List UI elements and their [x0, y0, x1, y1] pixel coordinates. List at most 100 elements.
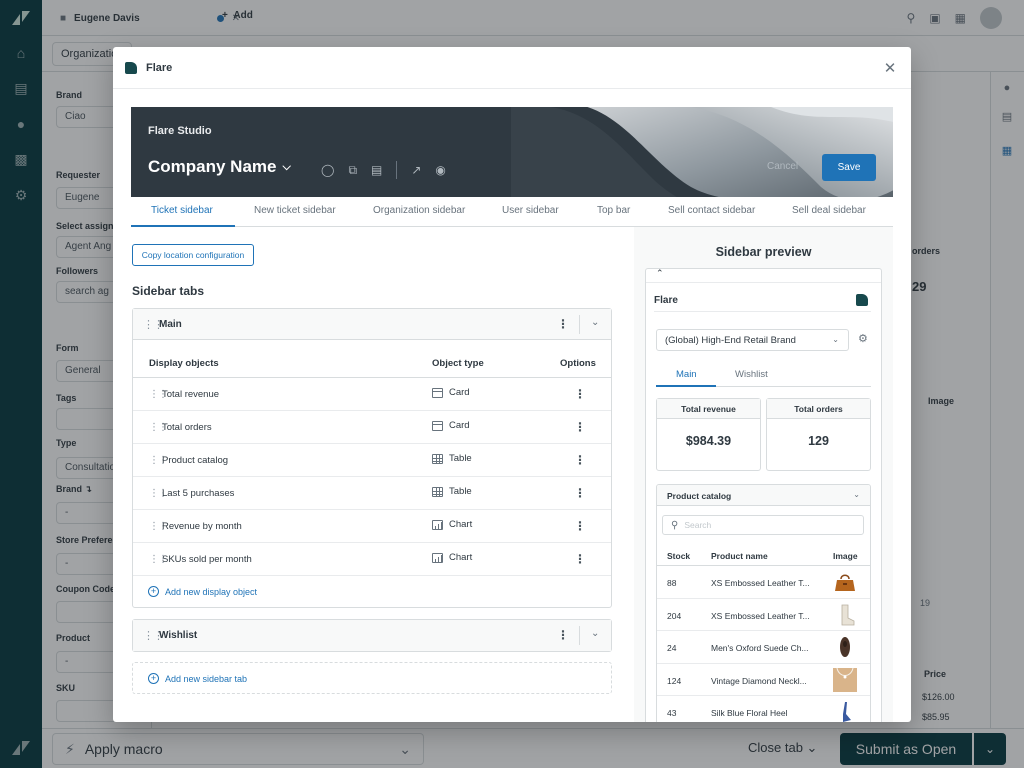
drag-handle-icon[interactable]: ⋮⋮ [143, 629, 164, 642]
table-row[interactable]: 24 Men's Oxford Suede Ch... [657, 631, 870, 664]
table-row[interactable]: 204 XS Embossed Leather T... [657, 599, 870, 631]
object-type-label: Card [449, 387, 470, 398]
tab-new-ticket-sidebar[interactable]: New ticket sidebar [254, 205, 336, 216]
external-link-icon[interactable]: ↗ [411, 163, 421, 177]
metric-value: 129 [808, 434, 829, 448]
catalog-search: ⚲ [662, 515, 864, 535]
more-options-icon[interactable]: ⋮ [574, 420, 586, 434]
chart-icon [432, 552, 443, 563]
more-options-icon[interactable]: ⋮ [574, 552, 586, 566]
save-button[interactable]: Save [822, 154, 876, 181]
tab-user-sidebar[interactable]: User sidebar [502, 205, 559, 216]
studio-label: Flare Studio [148, 125, 212, 137]
more-options-icon[interactable]: ⋮ [574, 387, 586, 401]
drag-handle-icon[interactable]: ⋮⋮ [149, 488, 168, 499]
table-icon [432, 453, 443, 464]
metric-value: $984.39 [685, 434, 732, 448]
sidebar-tab-wishlist-header[interactable]: ⋮⋮ Wishlist ⋮ ⌄ [133, 620, 611, 651]
sidebar-tab-name: Wishlist [159, 630, 198, 641]
stock-value: 204 [667, 610, 682, 621]
preview-tab-main[interactable]: Main [676, 369, 697, 380]
table-row[interactable]: ⋮⋮ Product catalog Table ⋮ [133, 444, 611, 477]
sidebar-preview-title: Sidebar preview [715, 245, 812, 259]
catalog-search-input[interactable] [684, 520, 845, 530]
header-divider [579, 626, 580, 645]
palette-icon[interactable]: ◉ [435, 163, 445, 177]
table-row[interactable]: ⋮⋮ Revenue by month Chart ⋮ [133, 510, 611, 543]
table-row[interactable]: ⋮⋮ Total orders Card ⋮ [133, 411, 611, 444]
add-sidebar-tab-button[interactable]: + Add new sidebar tab [148, 673, 247, 684]
sidebar-tab-wishlist: ⋮⋮ Wishlist ⋮ ⌄ [132, 619, 612, 652]
object-type-label: Chart [449, 552, 473, 563]
add-sidebar-tab-area: + Add new sidebar tab [132, 662, 612, 694]
banner-swirl-graphic [511, 107, 893, 197]
card-icon [432, 420, 443, 431]
product-name: Men's Oxford Suede Ch... [711, 643, 809, 653]
tab-sell-deal-sidebar[interactable]: Sell deal sidebar [792, 205, 866, 216]
copy-location-configuration-button[interactable]: Copy location configuration [132, 244, 254, 266]
object-type: Table [432, 453, 472, 464]
display-object-name: Total revenue [162, 389, 220, 400]
chevron-down-icon[interactable]: ⌄ [591, 628, 599, 639]
table-row[interactable]: ⋮⋮ Last 5 purchases Table ⋮ [133, 477, 611, 510]
tab-sell-contact-sidebar[interactable]: Sell contact sidebar [668, 205, 755, 216]
tab-ticket-sidebar[interactable]: Ticket sidebar [151, 205, 213, 216]
toolbar-divider [396, 161, 398, 179]
drag-handle-icon[interactable]: ⋮⋮ [149, 422, 168, 433]
table-row[interactable]: 124 Vintage Diamond Neckl... [657, 664, 870, 696]
duplicate-icon[interactable]: ⧉ [348, 163, 357, 178]
product-name: XS Embossed Leather T... [711, 610, 810, 621]
table-row[interactable]: ⋮⋮ Total revenue Card ⋮ [133, 378, 611, 411]
modal-header: Flare ✕ [113, 47, 911, 89]
brand-select[interactable]: (Global) High-End Retail Brand ⌄ [656, 329, 849, 351]
product-catalog-header[interactable]: Product catalog ⌄ [657, 485, 870, 506]
object-type-label: Chart [449, 519, 473, 530]
drag-handle-icon[interactable]: ⋮⋮ [149, 521, 168, 532]
flare-logo-icon [856, 294, 868, 306]
location-tabs: Ticket sidebar New ticket sidebar Organi… [131, 197, 893, 227]
tab-organization-sidebar[interactable]: Organization sidebar [373, 205, 465, 216]
table-row[interactable]: ⋮⋮ SKUs sold per month Chart ⋮ [133, 543, 611, 576]
necklace-image [833, 667, 857, 692]
object-type: Table [432, 486, 472, 497]
tab-top-bar[interactable]: Top bar [597, 205, 630, 216]
drag-handle-icon[interactable]: ⋮⋮ [149, 455, 168, 466]
chevron-down-icon: ⌵ [282, 160, 291, 173]
product-catalog-card: Product catalog ⌄ ⚲ Stock Product name I… [656, 484, 871, 722]
more-options-icon[interactable]: ⋮ [574, 453, 586, 467]
add-display-object-button[interactable]: + Add new display object [148, 586, 257, 597]
chevron-down-icon[interactable]: ⌄ [591, 317, 599, 328]
company-selector[interactable]: Company Name ⌵ [148, 157, 291, 177]
search-icon: ⚲ [671, 519, 679, 531]
active-tab-indicator [656, 385, 716, 387]
heel-image [843, 702, 851, 722]
more-options-icon[interactable]: ⋮ [574, 486, 586, 500]
sidebar-tab-main-header[interactable]: ⋮⋮ Main ⋮ ⌄ [133, 309, 611, 340]
drag-handle-icon[interactable]: ⋮⋮ [143, 318, 164, 331]
more-options-icon[interactable]: ⋮ [574, 519, 586, 533]
handbag-image [835, 574, 855, 591]
more-options-icon[interactable]: ⋮ [557, 317, 569, 331]
metric-label: Total revenue [657, 399, 760, 419]
preview-tab-wishlist[interactable]: Wishlist [735, 369, 768, 380]
display-object-name: SKUs sold per month [162, 554, 252, 565]
table-row[interactable]: 88 XS Embossed Leather T... [657, 566, 870, 599]
product-catalog-title: Product catalog [667, 491, 732, 501]
plus-circle-icon: + [148, 586, 159, 597]
col-image: Image [833, 551, 858, 561]
table-row[interactable]: 43 Silk Blue Floral Heel [657, 696, 870, 722]
catalog-rows: 88 XS Embossed Leather T... 204 XS Embos… [657, 566, 870, 722]
drag-handle-icon[interactable]: ⋮⋮ [149, 389, 168, 400]
boot-image [841, 604, 855, 625]
display-object-name: Revenue by month [162, 521, 242, 532]
trash-icon[interactable]: ▤ [371, 163, 382, 177]
chevron-down-icon: ⌄ [853, 490, 860, 499]
object-type: Card [432, 420, 470, 431]
more-options-icon[interactable]: ⋮ [557, 628, 569, 642]
globe-icon[interactable]: ◯ [321, 163, 334, 177]
collapse-app-toggle[interactable]: ⌃ [646, 268, 881, 283]
gear-icon[interactable]: ⚙ [858, 332, 868, 345]
cancel-button[interactable]: Cancel [767, 161, 798, 172]
drag-handle-icon[interactable]: ⋮⋮ [149, 554, 168, 565]
close-icon[interactable]: ✕ [881, 59, 899, 77]
